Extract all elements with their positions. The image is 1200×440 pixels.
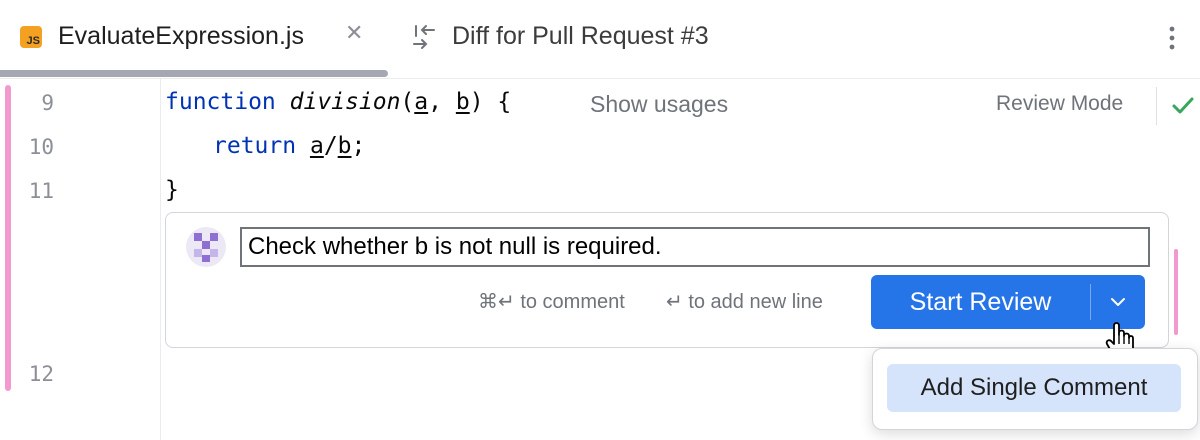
review-options-popup: Add Single Comment [872, 348, 1198, 430]
avatar [186, 227, 226, 267]
tab-diff-pull-request[interactable]: Diff for Pull Request #3 [390, 0, 790, 76]
gutter-divider [160, 79, 161, 440]
editor-tab-bar: JS EvaluateExpression.js ✕ Diff for Pull… [0, 0, 1200, 79]
code-punct: ) { [469, 89, 512, 115]
tab-label: EvaluateExpression.js [58, 22, 304, 50]
line-number: 10 [28, 135, 54, 159]
chevron-down-icon [1111, 298, 1125, 306]
variable-a: a [309, 133, 324, 159]
code-punct: ; [351, 133, 366, 159]
change-marker[interactable] [5, 85, 11, 391]
comment-editor-panel: ⌘↵ to comment ↵ to add new line Start Re… [165, 212, 1169, 348]
code-line-9[interactable]: function division(a, b) { [165, 89, 511, 115]
review-mode-label[interactable]: Review Mode [996, 92, 1123, 116]
keyword: return [213, 133, 297, 159]
code-line-10[interactable]: return a/b; [213, 133, 365, 159]
line-number: 9 [41, 91, 54, 115]
javascript-file-icon: JS [20, 26, 42, 48]
line-number: 11 [28, 179, 54, 203]
variable-b: b [337, 133, 352, 159]
more-options-icon[interactable] [1162, 22, 1182, 54]
function-name: division [289, 89, 401, 115]
checkmark-icon[interactable] [1170, 93, 1196, 119]
diff-icon [413, 25, 435, 49]
code-punct: / [323, 133, 338, 159]
code-punct: ( [400, 89, 415, 115]
line-number: 12 [28, 362, 54, 386]
scrollbar-change-marker[interactable] [1174, 249, 1178, 335]
comment-input[interactable] [240, 227, 1150, 267]
keyword: function [165, 89, 276, 115]
code-line-11[interactable]: } [165, 177, 179, 203]
start-review-button[interactable]: Start Review [871, 275, 1090, 329]
new-line-shortcut-hint: ↵ to add new line [666, 291, 823, 313]
show-usages-hint[interactable]: Show usages [590, 91, 728, 118]
divider [1156, 87, 1157, 125]
submit-shortcut-hint: ⌘↵ to comment [478, 291, 625, 313]
parameter-b: b [455, 89, 470, 115]
add-single-comment-item[interactable]: Add Single Comment [887, 364, 1181, 412]
active-tab-indicator [0, 70, 388, 77]
parameter-a: a [414, 89, 429, 115]
tab-evaluate-expression[interactable]: JS EvaluateExpression.js ✕ [0, 0, 388, 77]
code-punct: , [428, 89, 456, 115]
close-icon[interactable]: ✕ [345, 21, 363, 46]
tab-label: Diff for Pull Request #3 [452, 22, 709, 50]
